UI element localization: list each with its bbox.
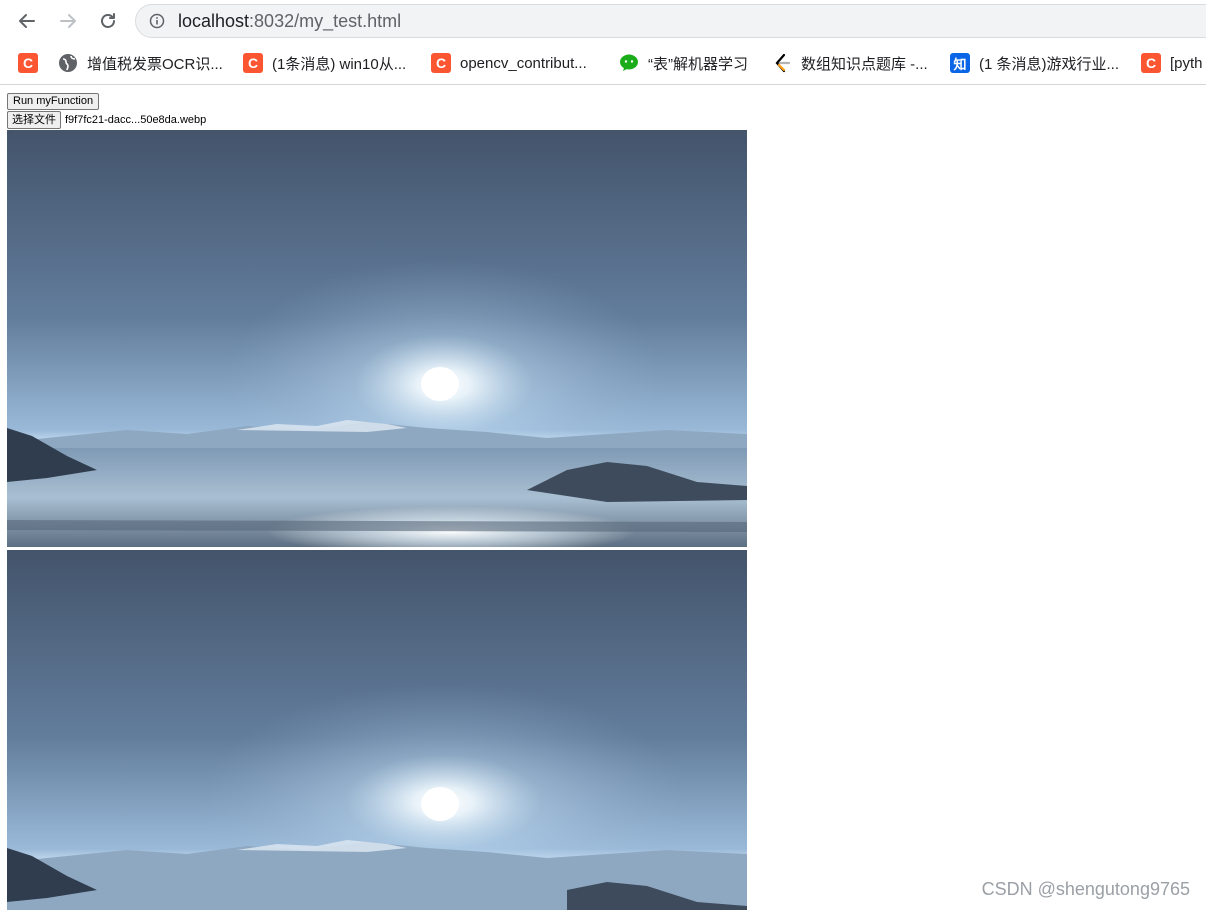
bookmark-label: opencv_contribut... xyxy=(460,54,587,72)
reload-icon xyxy=(101,13,115,28)
address-bar[interactable]: localhost:8032/my_test.html xyxy=(135,4,1206,38)
zhihu-icon: 知 xyxy=(950,53,970,73)
bookmark-csdn-home[interactable]: C xyxy=(18,52,47,74)
reload-button[interactable] xyxy=(96,9,120,33)
csdn-watermark: CSDN @shengutong9765 xyxy=(981,879,1190,899)
bookmark-label: 增值税发票OCR识... xyxy=(87,55,223,73)
globe-icon xyxy=(58,53,78,73)
bookmark-win10[interactable]: C (1条消息) win10从... xyxy=(243,52,406,74)
bookmark-opencv[interactable]: C opencv_contribut... xyxy=(431,52,587,74)
info-icon[interactable] xyxy=(149,13,165,29)
arrow-right-icon xyxy=(60,14,76,28)
browser-toolbar: localhost:8032/my_test.html xyxy=(0,0,1206,42)
bookmark-label: (1 条消息)游戏行业... xyxy=(979,55,1120,73)
wechat-icon xyxy=(619,53,639,73)
arrow-left-icon xyxy=(19,14,35,28)
bookmark-label: 数组知识点题库 -... xyxy=(801,55,928,73)
csdn-icon: C xyxy=(1141,53,1161,73)
bookmark-ml-wechat[interactable]: “表”解机器学习 xyxy=(619,52,748,74)
csdn-icon: C xyxy=(243,53,263,73)
bookmark-leetcode[interactable]: 数组知识点题库 -... xyxy=(772,52,928,74)
bookmark-label: [pyth xyxy=(1170,54,1203,72)
bookmark-python[interactable]: C [pyth xyxy=(1141,52,1203,74)
url-host: localhost xyxy=(178,11,250,31)
run-myfunction-button[interactable]: Run myFunction xyxy=(7,93,100,110)
canvas-output xyxy=(7,550,747,910)
forward-button[interactable] xyxy=(56,9,80,33)
url-text[interactable]: localhost:8032/my_test.html xyxy=(178,11,401,32)
bookmark-invoice-ocr[interactable]: 增值税发票OCR识... xyxy=(58,52,223,74)
page-content: Run myFunction 选择文件 f9f7fc21-dacc...50e8… xyxy=(0,85,1206,910)
displayed-image xyxy=(7,130,747,547)
bookmark-label: (1条消息) win10从... xyxy=(272,55,407,73)
bookmark-zhihu[interactable]: 知 (1 条消息)游戏行业... xyxy=(950,52,1119,74)
csdn-icon: C xyxy=(431,53,451,73)
leetcode-icon xyxy=(772,53,792,73)
csdn-icon: C xyxy=(18,53,38,73)
choose-file-button[interactable]: 选择文件 xyxy=(7,111,61,129)
bookmarks-bar: C 增值税发票OCR识... C (1条消息) win10从... C open… xyxy=(0,42,1206,85)
url-path: :8032/my_test.html xyxy=(249,11,402,31)
selected-file-name: f9f7fc21-dacc...50e8da.webp xyxy=(65,114,207,126)
back-button[interactable] xyxy=(15,9,39,33)
bookmark-label: “表”解机器学习 xyxy=(648,55,748,73)
file-input[interactable]: 选择文件 f9f7fc21-dacc...50e8da.webp xyxy=(7,111,206,129)
